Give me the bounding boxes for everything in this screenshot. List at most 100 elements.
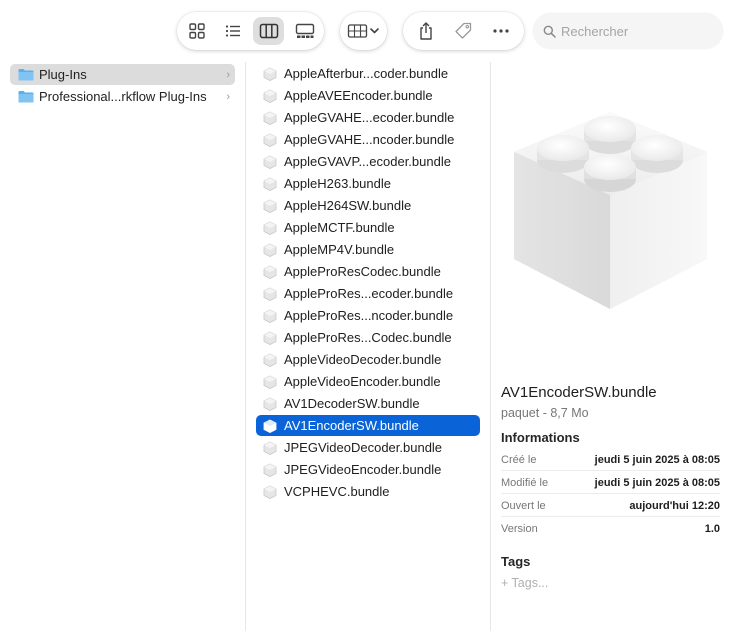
file-row-label: AppleProRes...ncoder.bundle (284, 308, 454, 323)
group-by-icon (347, 24, 379, 38)
file-row-label: AppleH264SW.bundle (284, 198, 412, 213)
file-row[interactable]: AppleVideoEncoder.bundle (256, 371, 480, 392)
gallery-view-icon (295, 23, 314, 38)
icon-view-icon (188, 23, 205, 39)
file-row-label: AppleMP4V.bundle (284, 242, 395, 257)
tag-icon (455, 22, 472, 39)
file-row[interactable]: AppleGVAHE...ncoder.bundle (256, 129, 480, 150)
info-row-modified: Modifié le jeudi 5 juin 2025 à 08:05 (501, 472, 720, 494)
bundle-icon (263, 331, 277, 345)
bundle-icon (263, 155, 277, 169)
file-row-label: AppleMCTF.bundle (284, 220, 395, 235)
file-row[interactable]: AppleProRes...ecoder.bundle (256, 283, 480, 304)
info-key: Version (501, 523, 538, 535)
info-row-version: Version 1.0 (501, 518, 720, 540)
info-row-opened: Ouvert le aujourd'hui 12:20 (501, 495, 720, 517)
bundle-icon (263, 397, 277, 411)
column-item-label: Plug-Ins (39, 67, 87, 82)
folder-icon (18, 69, 34, 81)
column-item-label: Professional...rkflow Plug-Ins (39, 89, 207, 104)
share-icon (420, 22, 432, 40)
file-row[interactable]: AppleH263.bundle (256, 173, 480, 194)
icon-view-button[interactable] (181, 17, 212, 45)
column-2: AppleAfterbur...coder.bundle AppleAVEEnco… (246, 62, 491, 631)
file-row-label: AppleAVEEncoder.bundle (284, 88, 433, 103)
bundle-icon (263, 287, 277, 301)
file-row-label: AppleH263.bundle (284, 176, 391, 191)
bundle-icon (263, 243, 277, 257)
file-row[interactable]: AppleVideoDecoder.bundle (256, 349, 480, 370)
file-row[interactable]: AppleProResCodec.bundle (256, 261, 480, 282)
file-row[interactable]: JPEGVideoEncoder.bundle (256, 459, 480, 480)
search-icon (543, 25, 556, 38)
list-view-button[interactable] (217, 17, 248, 45)
file-row[interactable]: AppleMCTF.bundle (256, 217, 480, 238)
preview-pane: AV1EncoderSW.bundle paquet - 8,7 Mo Info… (491, 62, 731, 631)
preview-file-name: AV1EncoderSW.bundle (501, 384, 657, 401)
bundle-icon (263, 265, 277, 279)
group-by-button[interactable] (340, 12, 387, 50)
column-view-button[interactable] (253, 17, 284, 45)
bundle-icon (263, 89, 277, 103)
bundle-icon (263, 199, 277, 213)
file-row-label: JPEGVideoEncoder.bundle (284, 462, 442, 477)
info-value: aujourd'hui 12:20 (629, 499, 720, 512)
more-button[interactable] (485, 16, 517, 46)
column-1: Plug-Ins › Professional...rkflow Plug-In… (0, 62, 246, 631)
file-row-label: AppleGVAHE...ecoder.bundle (284, 110, 455, 125)
info-key: Modifié le (501, 476, 549, 489)
file-row[interactable]: AppleGVAHE...ecoder.bundle (256, 107, 480, 128)
chevron-right-icon: › (226, 90, 230, 103)
bundle-icon (263, 485, 277, 499)
file-row[interactable]: AppleAVEEncoder.bundle (256, 85, 480, 106)
share-button[interactable] (410, 16, 442, 46)
info-value: jeudi 5 juin 2025 à 08:05 (594, 476, 720, 489)
file-row[interactable]: AV1EncoderSW.bundle (256, 415, 480, 436)
view-switcher (177, 12, 324, 50)
more-icon (493, 29, 509, 33)
bundle-icon (263, 463, 277, 477)
info-key: Créé le (501, 453, 537, 466)
bundle-icon (263, 441, 277, 455)
file-row-label: AppleVideoDecoder.bundle (284, 352, 442, 367)
bundle-icon (263, 177, 277, 191)
bundle-icon (263, 419, 277, 433)
bundle-icon (263, 353, 277, 367)
file-row[interactable]: AppleProRes...Codec.bundle (256, 327, 480, 348)
file-row[interactable]: AppleProRes...ncoder.bundle (256, 305, 480, 326)
search-field[interactable] (533, 13, 723, 49)
file-row[interactable]: VCPHEVC.bundle (256, 481, 480, 502)
column-item-professional-workflow-plug-ins[interactable]: Professional...rkflow Plug-Ins › (10, 86, 235, 107)
file-row-label: AppleProResCodec.bundle (284, 264, 441, 279)
chevron-right-icon: › (226, 68, 230, 81)
file-row-label: AppleGVAVP...ecoder.bundle (284, 154, 451, 169)
info-row-created: Créé le jeudi 5 juin 2025 à 08:05 (501, 449, 720, 471)
info-value: jeudi 5 juin 2025 à 08:05 (594, 453, 720, 466)
gallery-view-button[interactable] (289, 17, 320, 45)
file-row-label: AV1EncoderSW.bundle (284, 418, 419, 433)
tags-heading: Tags (501, 554, 531, 569)
actions-group (403, 12, 524, 50)
file-row[interactable]: AppleGVAVP...ecoder.bundle (256, 151, 480, 172)
column-view-icon (259, 23, 278, 39)
bundle-icon (263, 375, 277, 389)
file-row-label: JPEGVideoDecoder.bundle (284, 440, 443, 455)
bundle-icon (263, 221, 277, 235)
add-tags-button[interactable]: + Tags... (501, 576, 548, 590)
file-row[interactable]: AppleH264SW.bundle (256, 195, 480, 216)
plugin-bundle-icon (514, 112, 707, 309)
bundle-icon (263, 111, 277, 125)
folder-icon (18, 91, 34, 103)
file-row-label: AV1DecoderSW.bundle (284, 396, 420, 411)
file-row[interactable]: AppleAfterbur...coder.bundle (256, 63, 480, 84)
bundle-icon (263, 67, 277, 81)
info-value: 1.0 (704, 523, 720, 535)
column-item-plug-ins[interactable]: Plug-Ins › (10, 64, 235, 85)
file-row[interactable]: JPEGVideoDecoder.bundle (256, 437, 480, 458)
file-row[interactable]: AV1DecoderSW.bundle (256, 393, 480, 414)
info-heading: Informations (501, 430, 580, 445)
file-row[interactable]: AppleMP4V.bundle (256, 239, 480, 260)
tag-button[interactable] (447, 16, 479, 46)
search-input[interactable] (561, 23, 711, 39)
file-row-label: AppleProRes...Codec.bundle (284, 330, 452, 345)
